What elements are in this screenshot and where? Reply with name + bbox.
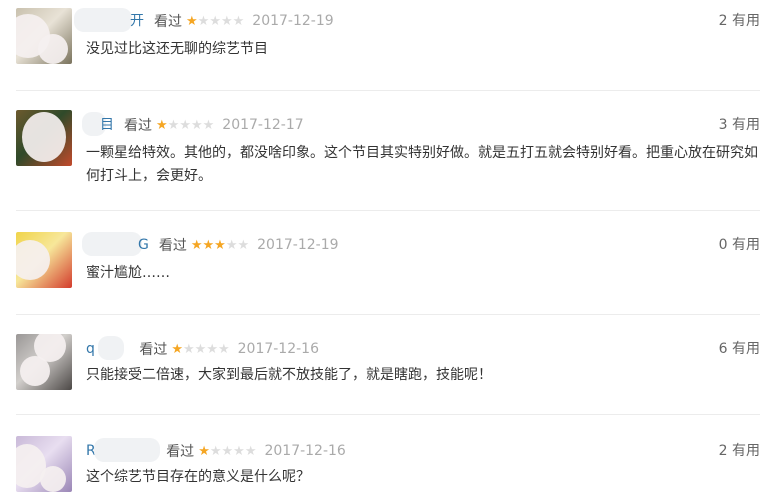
star-empty-icon: ★ <box>244 443 257 459</box>
useful-button[interactable]: 2 有用 <box>719 440 760 462</box>
star-empty-icon: ★ <box>179 117 191 133</box>
star-empty-icon: ★ <box>183 341 195 357</box>
avatar[interactable] <box>16 334 72 390</box>
rating-stars: ★★★★★ <box>156 118 214 133</box>
avatar[interactable] <box>16 232 72 288</box>
username-link[interactable]: G <box>82 232 153 256</box>
comment-text: 蜜汁尴尬…… <box>86 265 170 281</box>
useful-button[interactable]: 0 有用 <box>719 234 760 256</box>
watched-label: 看过 <box>124 118 152 134</box>
star-filled-icon: ★ <box>202 237 215 253</box>
comment-text: 没见过比这还无聊的综艺节目 <box>86 41 268 57</box>
star-filled-icon: ★ <box>214 237 226 253</box>
star-empty-icon: ★ <box>202 117 215 133</box>
username-link[interactable]: 目 <box>82 112 118 136</box>
useful-button[interactable]: 3 有用 <box>719 114 760 136</box>
star-empty-icon: ★ <box>206 341 218 357</box>
avatar[interactable] <box>16 8 72 64</box>
comment-date: 2017-12-16 <box>264 443 346 459</box>
divider <box>16 210 760 211</box>
star-empty-icon: ★ <box>232 13 245 29</box>
star-empty-icon: ★ <box>225 237 238 253</box>
star-empty-icon: ★ <box>220 13 233 29</box>
star-filled-icon: ★ <box>156 117 168 133</box>
useful-button[interactable]: 2 有用 <box>719 10 760 32</box>
comment-text: 一颗星给特效。其他的，都没啥印象。这个节目其实特别好做。就是五打五就会特别好看。… <box>86 145 758 184</box>
comment-text: 只能接受二倍速，大家到最后就不放技能了，就是瞎跑，技能呢！ <box>86 367 492 383</box>
useful-button[interactable]: 6 有用 <box>719 338 760 360</box>
star-empty-icon: ★ <box>209 443 222 459</box>
comment-list: 开 看过 ★★★★★ 2017-12-19 2 有用 没见过比这还无聊的综艺节目… <box>0 0 784 503</box>
rating-stars: ★★★★★ <box>191 238 249 253</box>
rating-stars: ★★★★★ <box>186 14 244 29</box>
star-filled-icon: ★ <box>190 237 203 253</box>
comment-date: 2017-12-19 <box>257 237 339 253</box>
star-filled-icon: ★ <box>171 341 183 357</box>
star-empty-icon: ★ <box>237 237 250 253</box>
star-empty-icon: ★ <box>167 117 180 133</box>
comment-date: 2017-12-16 <box>237 341 319 357</box>
avatar[interactable] <box>16 110 72 166</box>
star-empty-icon: ★ <box>197 13 210 29</box>
divider <box>16 90 760 91</box>
star-empty-icon: ★ <box>221 443 234 459</box>
username-link[interactable]: q <box>86 336 133 360</box>
comment-text: 这个综艺节目存在的意义是什么呢？ <box>86 469 310 485</box>
divider <box>16 414 760 415</box>
watched-label: 看过 <box>166 444 195 460</box>
star-empty-icon: ★ <box>233 443 245 459</box>
rating-stars: ★★★★★ <box>198 444 256 459</box>
star-empty-icon: ★ <box>217 341 230 357</box>
divider <box>16 314 760 315</box>
watched-label: 看过 <box>154 14 182 30</box>
watched-label: 看过 <box>158 238 187 254</box>
username-link[interactable]: 开 <box>74 8 148 32</box>
star-empty-icon: ★ <box>194 341 207 357</box>
star-empty-icon: ★ <box>190 117 203 133</box>
comment-date: 2017-12-17 <box>222 117 304 133</box>
star-filled-icon: ★ <box>198 443 210 459</box>
username-link[interactable]: R <box>86 438 160 462</box>
comment-date: 2017-12-19 <box>252 13 334 29</box>
star-empty-icon: ★ <box>209 13 221 29</box>
avatar[interactable] <box>16 436 72 492</box>
watched-label: 看过 <box>139 342 168 358</box>
rating-stars: ★★★★★ <box>171 342 229 357</box>
star-filled-icon: ★ <box>186 13 198 29</box>
